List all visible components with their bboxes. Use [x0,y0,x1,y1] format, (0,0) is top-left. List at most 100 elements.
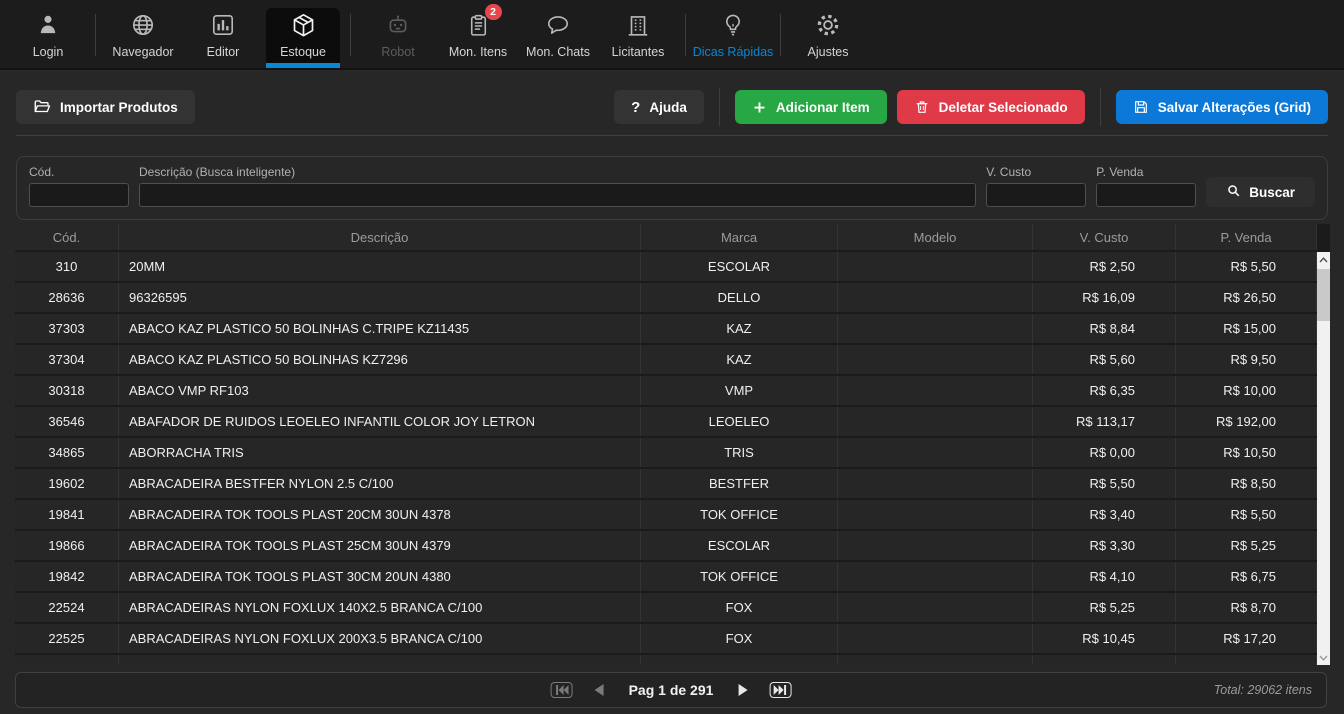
grid-cell[interactable]: VMP [641,376,838,405]
nav-item-ajustes[interactable]: Ajustes [791,8,865,68]
grid-cell[interactable] [119,655,641,665]
grid-cell[interactable] [838,500,1033,529]
grid-cell[interactable]: R$ 0,00 [1033,438,1176,467]
grid-cell[interactable]: DELLO [641,283,838,312]
grid-cell[interactable]: FOX [641,593,838,622]
first-page-icon[interactable] [551,682,573,698]
grid-cell[interactable]: R$ 5,25 [1033,593,1176,622]
grid-cell[interactable]: R$ 8,50 [1176,469,1317,498]
nav-item-navegador[interactable]: Navegador [106,8,180,68]
scroll-up-icon[interactable] [1317,252,1330,267]
grid-header-cell[interactable]: Marca [641,224,838,250]
grid-cell[interactable]: 22525 [15,624,119,653]
grid-row[interactable]: 2863696326595DELLO R$ 16,09R$ 26,50 [15,283,1317,312]
grid-header-cell[interactable]: V. Custo [1033,224,1176,250]
grid-cell[interactable] [838,624,1033,653]
grid-cell[interactable] [838,252,1033,281]
grid-row[interactable] [15,655,1317,665]
grid-cell[interactable]: 19841 [15,500,119,529]
grid-cell[interactable]: R$ 10,45 [1033,624,1176,653]
buscar-button[interactable]: Buscar [1206,177,1315,207]
grid-cell[interactable]: R$ 17,20 [1176,624,1317,653]
grid-cell[interactable]: R$ 5,50 [1176,500,1317,529]
grid-row[interactable]: 22525ABRACADEIRAS NYLON FOXLUX 200X3.5 B… [15,624,1317,653]
grid-cell[interactable]: 19602 [15,469,119,498]
descricao-input[interactable] [139,183,976,207]
grid-cell[interactable]: 30318 [15,376,119,405]
grid-cell[interactable]: 22524 [15,593,119,622]
grid-cell[interactable]: R$ 113,17 [1033,407,1176,436]
grid-header-cell[interactable]: Descrição [119,224,641,250]
grid-row[interactable]: 19842ABRACADEIRA TOK TOOLS PLAST 30CM 20… [15,562,1317,591]
grid-cell[interactable] [838,438,1033,467]
grid-cell[interactable]: R$ 5,50 [1033,469,1176,498]
grid-cell[interactable] [838,655,1033,665]
grid-cell[interactable]: R$ 26,50 [1176,283,1317,312]
grid-cell[interactable]: R$ 3,40 [1033,500,1176,529]
grid-cell[interactable]: ABRACADEIRA TOK TOOLS PLAST 20CM 30UN 43… [119,500,641,529]
save-grid-button[interactable]: Salvar Alterações (Grid) [1116,90,1328,124]
grid-cell[interactable]: R$ 16,09 [1033,283,1176,312]
grid-cell[interactable]: KAZ [641,345,838,374]
grid-cell[interactable]: R$ 5,50 [1176,252,1317,281]
grid-cell[interactable]: 19842 [15,562,119,591]
grid-cell[interactable]: ABAFADOR DE RUIDOS LEOELEO INFANTIL COLO… [119,407,641,436]
grid-cell[interactable] [15,655,119,665]
grid-cell[interactable]: R$ 9,50 [1176,345,1317,374]
grid-cell[interactable] [838,531,1033,560]
grid-row[interactable]: 37304ABACO KAZ PLASTICO 50 BOLINHAS KZ72… [15,345,1317,374]
add-item-button[interactable]: Adicionar Item [735,90,887,124]
nav-item-dicas-r-pidas[interactable]: Dicas Rápidas [696,8,770,68]
grid-cell[interactable]: ABACO VMP RF103 [119,376,641,405]
grid-header-cell[interactable]: P. Venda [1176,224,1317,250]
grid-cell[interactable] [838,345,1033,374]
grid-row[interactable]: 22524ABRACADEIRAS NYLON FOXLUX 140X2.5 B… [15,593,1317,622]
grid-row[interactable]: 19841ABRACADEIRA TOK TOOLS PLAST 20CM 30… [15,500,1317,529]
grid-cell[interactable] [1033,655,1176,665]
import-products-button[interactable]: Importar Produtos [16,90,195,124]
grid-cell[interactable]: ESCOLAR [641,531,838,560]
pvenda-input[interactable] [1096,183,1196,207]
cod-input[interactable] [29,183,129,207]
delete-selected-button[interactable]: Deletar Selecionado [897,90,1085,124]
grid-row[interactable]: 19602ABRACADEIRA BESTFER NYLON 2.5 C/100… [15,469,1317,498]
grid-cell[interactable]: ABRACADEIRAS NYLON FOXLUX 140X2.5 BRANCA… [119,593,641,622]
nav-item-login[interactable]: Login [11,8,85,68]
grid-cell[interactable]: R$ 192,00 [1176,407,1317,436]
grid-cell[interactable]: ESCOLAR [641,252,838,281]
grid-cell[interactable] [1176,655,1317,665]
grid-cell[interactable]: KAZ [641,314,838,343]
grid-cell[interactable]: 36546 [15,407,119,436]
grid-row[interactable]: 31020MMESCOLARR$ 2,50R$ 5,50 [15,252,1317,281]
previous-page-icon[interactable] [593,683,605,697]
grid-row[interactable]: 19866ABRACADEIRA TOK TOOLS PLAST 25CM 30… [15,531,1317,560]
grid-cell[interactable]: ABRACADEIRAS NYLON FOXLUX 200X3.5 BRANCA… [119,624,641,653]
vcusto-input[interactable] [986,183,1086,207]
grid-cell[interactable]: R$ 15,00 [1176,314,1317,343]
scrollbar-thumb[interactable] [1317,269,1330,321]
last-page-icon[interactable] [769,682,791,698]
grid-cell[interactable]: 37303 [15,314,119,343]
grid-cell[interactable]: 28636 [15,283,119,312]
grid-cell[interactable] [838,593,1033,622]
grid-cell[interactable]: R$ 8,84 [1033,314,1176,343]
grid-cell[interactable]: 96326595 [119,283,641,312]
nav-item-robot[interactable]: Robot [361,8,435,68]
grid-cell[interactable]: TOK OFFICE [641,562,838,591]
grid-cell[interactable]: R$ 4,10 [1033,562,1176,591]
grid-cell[interactable] [838,469,1033,498]
grid-cell[interactable]: ABACO KAZ PLASTICO 50 BOLINHAS C.TRIPE K… [119,314,641,343]
grid-row[interactable]: 36546ABAFADOR DE RUIDOS LEOELEO INFANTIL… [15,407,1317,436]
nav-item-editor[interactable]: Editor [186,8,260,68]
grid-cell[interactable]: ABRACADEIRA BESTFER NYLON 2.5 C/100 [119,469,641,498]
grid-cell[interactable]: TRIS [641,438,838,467]
help-button[interactable]: ? Ajuda [614,90,704,124]
grid-row[interactable]: 34865ABORRACHA TRISTRISR$ 0,00R$ 10,50 [15,438,1317,467]
grid-cell[interactable]: R$ 8,70 [1176,593,1317,622]
grid-cell[interactable] [838,283,1033,312]
grid-cell[interactable]: 19866 [15,531,119,560]
grid-cell[interactable]: 34865 [15,438,119,467]
grid-cell[interactable] [838,407,1033,436]
grid-cell[interactable]: ABRACADEIRA TOK TOOLS PLAST 25CM 30UN 43… [119,531,641,560]
grid-cell[interactable]: LEOELEO [641,407,838,436]
